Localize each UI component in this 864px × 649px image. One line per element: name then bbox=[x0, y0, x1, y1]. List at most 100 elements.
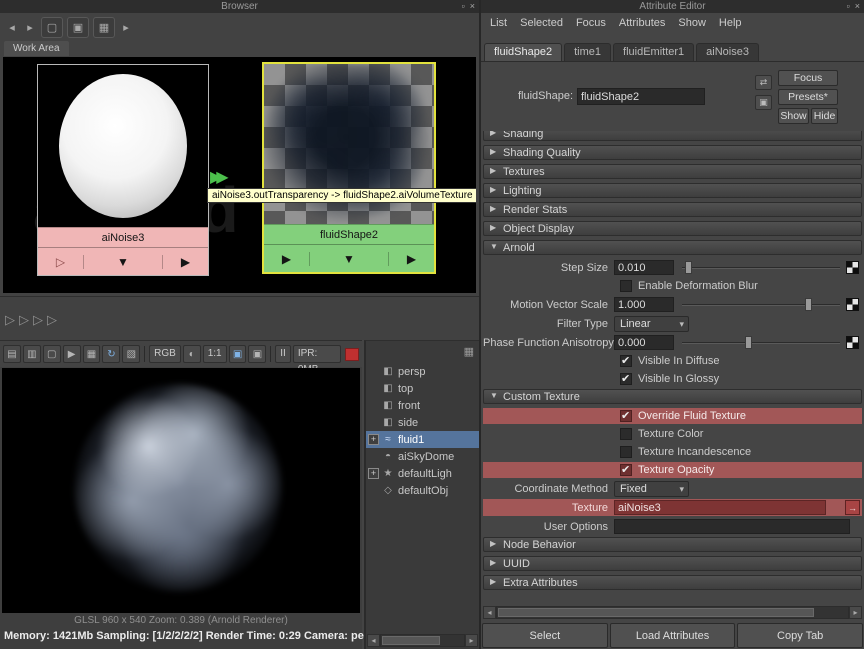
user-options-field[interactable] bbox=[614, 519, 850, 534]
visible-in-diffuse-checkbox[interactable] bbox=[620, 355, 632, 367]
keep-image-icon[interactable]: ▧ bbox=[122, 345, 140, 363]
select-button[interactable]: Select bbox=[482, 623, 608, 648]
pause-ipr-button[interactable]: II bbox=[275, 345, 291, 363]
presets-button[interactable]: Presets* bbox=[778, 89, 838, 105]
outliner-item-side[interactable]: ◧ side bbox=[366, 414, 479, 431]
menu-show[interactable]: Show bbox=[678, 17, 706, 29]
show-button[interactable]: Show bbox=[778, 108, 809, 124]
outliner-item-front[interactable]: ◧ front bbox=[366, 397, 479, 414]
scroll-handle[interactable] bbox=[498, 608, 814, 617]
section-extra-attributes[interactable]: ▶Extra Attributes bbox=[483, 575, 862, 590]
node-expand-icon[interactable]: ▼ bbox=[84, 255, 162, 269]
node-graph-area[interactable]: arnold aiNoise3 ▷ ▼ ▶ fluidShape2 ▶ bbox=[3, 57, 476, 293]
play-arrows-icon[interactable]: ▷▷▷▷ bbox=[5, 312, 61, 328]
pin-icon[interactable]: ▸ bbox=[119, 17, 133, 38]
save-image-icon[interactable]: ▣ bbox=[229, 345, 247, 363]
outliner-item-defaultobjectset[interactable]: ◇ defaultObj bbox=[366, 482, 479, 499]
connection-icon[interactable]: → bbox=[845, 500, 860, 515]
snapshot-icon[interactable]: ▦ bbox=[83, 345, 101, 363]
slider-handle[interactable] bbox=[805, 298, 812, 311]
node-ainoise3[interactable]: aiNoise3 ▷ ▼ ▶ bbox=[37, 64, 209, 276]
alpha-channel-icon[interactable]: ◐ bbox=[183, 345, 201, 363]
texture-field[interactable] bbox=[614, 500, 826, 515]
map-texture-icon[interactable] bbox=[846, 298, 859, 311]
hide-button[interactable]: Hide bbox=[811, 108, 838, 124]
float-window-icon[interactable]: ▫ bbox=[462, 0, 465, 13]
section-render-stats[interactable]: ▶Render Stats bbox=[483, 202, 862, 217]
load-attributes-button[interactable]: Load Attributes bbox=[610, 623, 736, 648]
texture-opacity-checkbox[interactable] bbox=[620, 464, 632, 476]
fluidshape2-node-title[interactable]: fluidShape2 bbox=[264, 224, 434, 244]
float-window-icon[interactable]: ▫ bbox=[847, 0, 850, 13]
expand-icon[interactable]: + bbox=[368, 468, 379, 479]
focus-button[interactable]: Focus bbox=[778, 70, 838, 86]
node-input-icon[interactable]: ▶ bbox=[264, 252, 310, 266]
scroll-left-icon[interactable]: ◂ bbox=[483, 606, 496, 619]
connection-arrow-icon[interactable]: ▶▶ bbox=[210, 167, 223, 187]
step-size-slider[interactable] bbox=[682, 260, 840, 275]
render-region-icon[interactable]: ▢ bbox=[43, 345, 61, 363]
expand-icon[interactable]: + bbox=[368, 434, 379, 445]
browser-titlebar[interactable]: Browser ▫ × bbox=[0, 0, 479, 13]
section-arnold[interactable]: ▼Arnold bbox=[483, 240, 862, 255]
outliner-item-top[interactable]: ◧ top bbox=[366, 380, 479, 397]
section-shading-quality[interactable]: ▶Shading Quality bbox=[483, 145, 862, 160]
copy-tab-icon[interactable]: ▣ bbox=[755, 95, 772, 110]
attribute-editor-hscrollbar[interactable]: ◂ ▸ bbox=[483, 606, 862, 619]
clear-graph-icon[interactable]: ▢ bbox=[41, 17, 63, 38]
tab-time1[interactable]: time1 bbox=[564, 43, 611, 61]
menu-list[interactable]: List bbox=[490, 17, 507, 29]
filter-type-dropdown[interactable]: Linear ▾ bbox=[614, 316, 689, 332]
outliner-menu-icon[interactable]: ▦ bbox=[464, 345, 474, 358]
refresh-icon[interactable]: ↻ bbox=[102, 345, 120, 363]
outliner-item-defaultlightset[interactable]: + ★ defaultLigh bbox=[366, 465, 479, 482]
outliner-item-persp[interactable]: ◧ persp bbox=[366, 363, 479, 380]
attribute-editor-titlebar[interactable]: Attribute Editor ▫ × bbox=[481, 0, 864, 13]
enable-deformation-blur-checkbox[interactable] bbox=[620, 280, 632, 292]
menu-attributes[interactable]: Attributes bbox=[619, 17, 665, 29]
node-name-field[interactable] bbox=[577, 88, 705, 105]
section-textures[interactable]: ▶Textures bbox=[483, 164, 862, 179]
section-lighting[interactable]: ▶Lighting bbox=[483, 183, 862, 198]
outliner-item-aiskydome[interactable]: ◓ aiSkyDome bbox=[366, 448, 479, 465]
override-fluid-texture-checkbox[interactable] bbox=[620, 410, 632, 422]
ipr-render-icon[interactable]: ▶ bbox=[63, 345, 81, 363]
menu-selected[interactable]: Selected bbox=[520, 17, 563, 29]
map-texture-icon[interactable] bbox=[846, 261, 859, 274]
scroll-track[interactable] bbox=[496, 606, 849, 619]
graph-materials-icon[interactable]: ▣ bbox=[67, 17, 89, 38]
render-icon[interactable]: ▤ bbox=[3, 345, 21, 363]
forward-icon[interactable]: ▸ bbox=[23, 17, 37, 38]
tab-fluidshape2[interactable]: fluidShape2 bbox=[484, 43, 562, 61]
visible-in-glossy-checkbox[interactable] bbox=[620, 373, 632, 385]
stop-render-button[interactable] bbox=[345, 348, 359, 361]
node-output-icon[interactable]: ▶ bbox=[162, 255, 208, 269]
close-window-icon[interactable]: × bbox=[855, 0, 860, 13]
rearrange-graph-icon[interactable]: ▦ bbox=[93, 17, 115, 38]
map-texture-icon[interactable] bbox=[846, 336, 859, 349]
section-node-behavior[interactable]: ▶Node Behavior bbox=[483, 537, 862, 552]
node-fluidshape2[interactable]: fluidShape2 ▶ ▼ ▶ bbox=[262, 62, 436, 274]
swap-nodes-icon[interactable]: ⇄ bbox=[755, 75, 772, 90]
remove-image-icon[interactable]: ▣ bbox=[248, 345, 266, 363]
outliner-hscrollbar[interactable]: ◂ ▸ bbox=[367, 634, 478, 647]
texture-color-checkbox[interactable] bbox=[620, 428, 632, 440]
copy-tab-button[interactable]: Copy Tab bbox=[737, 623, 863, 648]
redo-render-icon[interactable]: ▥ bbox=[23, 345, 41, 363]
texture-incandescence-checkbox[interactable] bbox=[620, 446, 632, 458]
scroll-right-icon[interactable]: ▸ bbox=[465, 634, 478, 647]
slider-handle[interactable] bbox=[685, 261, 692, 274]
outliner-item-fluid1[interactable]: + ≈ fluid1 bbox=[366, 431, 479, 448]
menu-focus[interactable]: Focus bbox=[576, 17, 606, 29]
phase-function-anisotropy-field[interactable] bbox=[614, 335, 674, 350]
node-expand-icon[interactable]: ▼ bbox=[310, 252, 388, 266]
coordinate-method-dropdown[interactable]: Fixed ▾ bbox=[614, 481, 689, 497]
phase-function-anisotropy-slider[interactable] bbox=[682, 335, 840, 350]
tab-work-area[interactable]: Work Area bbox=[4, 41, 69, 56]
section-shading[interactable]: ▶Shading bbox=[483, 131, 862, 141]
menu-help[interactable]: Help bbox=[719, 17, 742, 29]
scroll-track[interactable] bbox=[380, 634, 465, 647]
close-window-icon[interactable]: × bbox=[470, 0, 475, 13]
slider-handle[interactable] bbox=[745, 336, 752, 349]
node-input-icon[interactable]: ▷ bbox=[38, 255, 84, 269]
